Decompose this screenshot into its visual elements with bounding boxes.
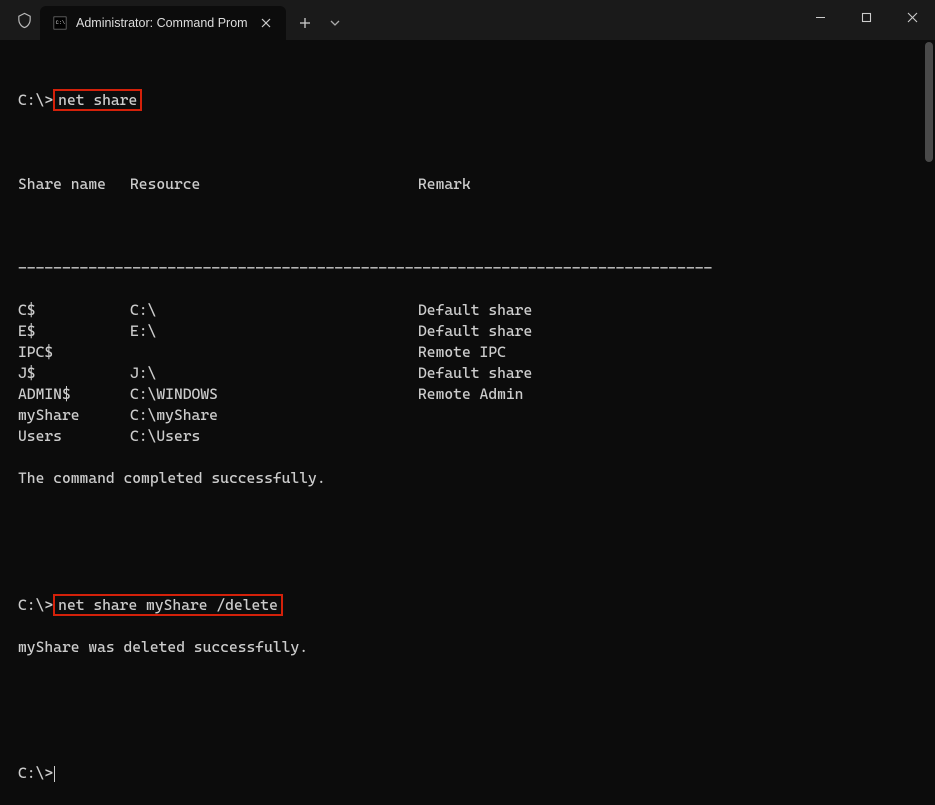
cell-share: J$ <box>18 363 130 384</box>
cell-resource: C:\ <box>130 300 418 321</box>
tab-terminal[interactable]: C:\ Administrator: Command Prom <box>40 6 286 40</box>
cell-share: Users <box>18 426 130 447</box>
shield-icon <box>14 10 34 30</box>
cell-resource <box>130 342 418 363</box>
cell-resource: C:\myShare <box>130 405 418 426</box>
prompt: C:\> <box>18 596 53 614</box>
cell-remark: Remote IPC <box>418 342 917 363</box>
cursor <box>54 766 55 782</box>
table-row: C$C:\Default share <box>18 300 917 321</box>
minimize-button[interactable] <box>797 0 843 34</box>
col-header-remark: Remark <box>418 174 917 195</box>
maximize-button[interactable] <box>843 0 889 34</box>
col-header-resource: Resource <box>130 174 418 195</box>
cmd-icon: C:\ <box>52 15 68 31</box>
window-controls <box>797 0 935 34</box>
table-row: IPC$ Remote IPC <box>18 342 917 363</box>
table-row: UsersC:\Users <box>18 426 917 447</box>
cell-share: IPC$ <box>18 342 130 363</box>
tab-title: Administrator: Command Prom <box>76 16 248 30</box>
deleted-message: myShare was deleted successfully. <box>18 637 917 658</box>
table-header: Share nameResourceRemark <box>18 174 917 195</box>
tab-dropdown-button[interactable] <box>322 6 348 40</box>
cell-share: ADMIN$ <box>18 384 130 405</box>
cell-share: E$ <box>18 321 130 342</box>
prompt: C:\> <box>18 91 53 109</box>
cell-remark <box>418 426 917 447</box>
cell-resource: J:\ <box>130 363 418 384</box>
prompt: C:\> <box>18 764 53 782</box>
command-highlight: net share myShare /delete <box>53 594 283 616</box>
terminal-output[interactable]: C:\>net share Share nameResourceRemark -… <box>0 40 935 555</box>
close-tab-button[interactable] <box>256 13 276 33</box>
titlebar: C:\ Administrator: Command Prom <box>0 0 935 40</box>
cell-remark: Default share <box>418 300 917 321</box>
completed-message: The command completed successfully. <box>18 468 917 489</box>
cell-remark: Remote Admin <box>418 384 917 405</box>
close-window-button[interactable] <box>889 0 935 34</box>
cell-remark <box>418 405 917 426</box>
cell-share: myShare <box>18 405 130 426</box>
cell-remark: Default share <box>418 363 917 384</box>
svg-text:C:\: C:\ <box>56 20 65 26</box>
new-tab-button[interactable] <box>288 6 322 40</box>
cell-resource: E:\ <box>130 321 418 342</box>
divider-line: ----------------------------------------… <box>18 258 917 279</box>
command-highlight: net share <box>53 89 142 111</box>
cell-remark: Default share <box>418 321 917 342</box>
table-row: myShareC:\myShare <box>18 405 917 426</box>
table-row: J$J:\Default share <box>18 363 917 384</box>
table-row: ADMIN$C:\WINDOWSRemote Admin <box>18 384 917 405</box>
col-header-share: Share name <box>18 174 130 195</box>
table-row: E$E:\Default share <box>18 321 917 342</box>
cell-resource: C:\Users <box>130 426 418 447</box>
cell-resource: C:\WINDOWS <box>130 384 418 405</box>
cell-share: C$ <box>18 300 130 321</box>
